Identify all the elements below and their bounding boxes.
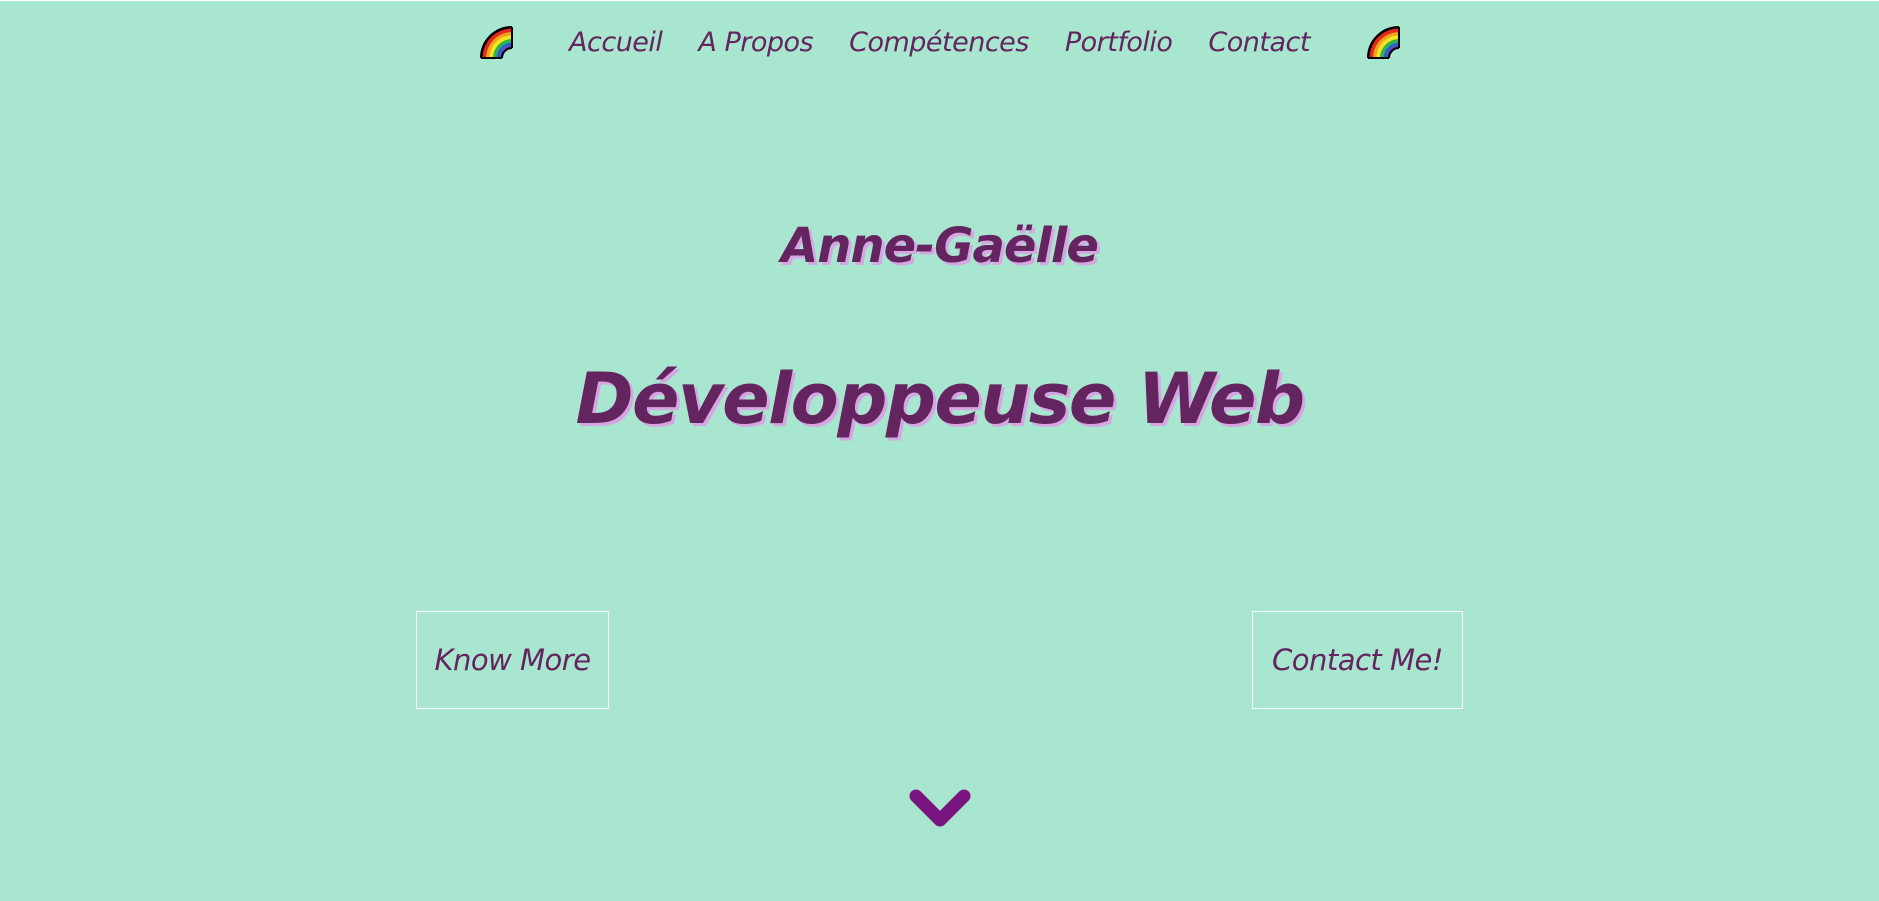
contact-me-button[interactable]: Contact Me! bbox=[1252, 611, 1463, 709]
rainbow-icon bbox=[480, 26, 514, 59]
know-more-button[interactable]: Know More bbox=[416, 611, 609, 709]
nav-link-competences[interactable]: Compétences bbox=[849, 27, 1029, 58]
nav-link-a-propos[interactable]: A Propos bbox=[698, 27, 813, 58]
nav-link-contact[interactable]: Contact bbox=[1208, 27, 1310, 58]
nav-link-portfolio[interactable]: Portfolio bbox=[1065, 27, 1173, 58]
hero-title: Développeuse Web bbox=[575, 358, 1305, 440]
main-nav: Accueil A Propos Compétences Portfolio C… bbox=[0, 22, 1879, 62]
rainbow-icon bbox=[1366, 26, 1400, 59]
hero-name: Anne-Gaëlle bbox=[781, 218, 1099, 274]
chevron-down-icon[interactable] bbox=[908, 788, 972, 832]
top-border bbox=[0, 0, 1879, 1]
nav-link-accueil[interactable]: Accueil bbox=[569, 27, 663, 58]
